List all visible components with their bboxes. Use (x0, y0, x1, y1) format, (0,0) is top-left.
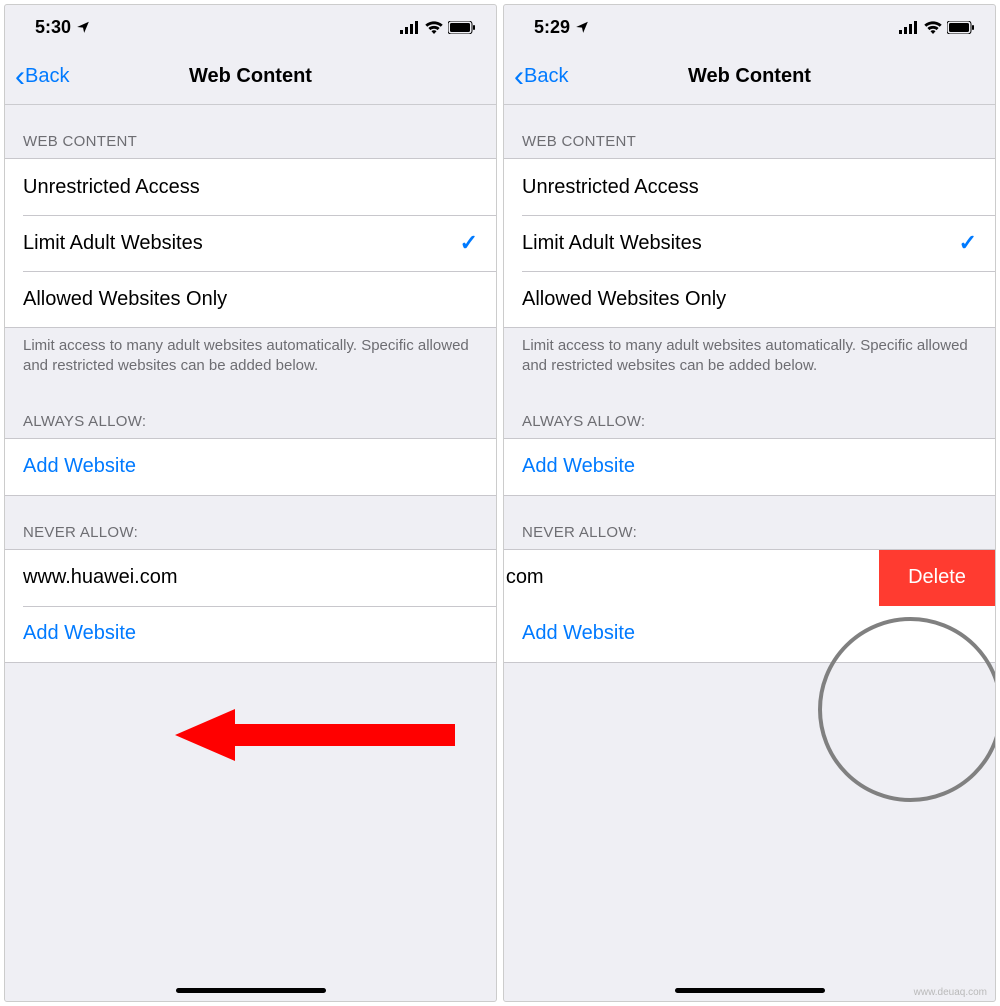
section-header-alwaysallow: ALWAYS ALLOW: (504, 385, 995, 438)
nav-bar: ‹ Back Web Content (504, 49, 995, 105)
add-website-label: Add Website (23, 455, 136, 478)
phone-right: 5:29 ‹ Back Web Content WEB CONTENT Unre (503, 4, 996, 1002)
battery-icon (448, 21, 476, 34)
home-indicator[interactable] (176, 988, 326, 993)
add-website-never[interactable]: Add Website (5, 606, 496, 662)
never-allow-item[interactable]: www.huawei.com (5, 550, 496, 606)
option-label: Unrestricted Access (522, 176, 699, 199)
page-title: Web Content (189, 65, 312, 88)
nav-bar: ‹ Back Web Content (5, 49, 496, 105)
option-limit-adult[interactable]: Limit Adult Websites ✓ (504, 215, 995, 271)
wifi-icon (924, 21, 942, 34)
battery-icon (947, 21, 975, 34)
chevron-left-icon: ‹ (514, 62, 524, 92)
never-allow-url: uawei.com (504, 566, 879, 589)
status-bar: 5:29 (504, 5, 995, 49)
chevron-left-icon: ‹ (15, 62, 25, 92)
add-website-label: Add Website (522, 622, 635, 645)
option-label: Limit Adult Websites (522, 232, 702, 255)
page-title: Web Content (688, 65, 811, 88)
never-allow-item-swiped[interactable]: uawei.com Delete (504, 550, 995, 606)
section-header-alwaysallow: ALWAYS ALLOW: (5, 385, 496, 438)
status-bar: 5:30 (5, 5, 496, 49)
always-allow-group: Add Website (5, 438, 496, 496)
option-allowed-only[interactable]: Allowed Websites Only (504, 271, 995, 327)
add-website-never[interactable]: Add Website (504, 606, 995, 662)
section-footer-webcontent: Limit access to many adult websites auto… (5, 328, 496, 385)
option-label: Limit Adult Websites (23, 232, 203, 255)
section-header-neverallow: NEVER ALLOW: (504, 496, 995, 549)
section-footer-webcontent: Limit access to many adult websites auto… (504, 328, 995, 385)
checkmark-icon: ✓ (460, 230, 478, 256)
status-right (400, 21, 476, 34)
status-time: 5:29 (534, 17, 570, 38)
add-website-always[interactable]: Add Website (5, 439, 496, 495)
wifi-icon (425, 21, 443, 34)
watermark-text: www.deuaq.com (914, 987, 987, 998)
location-icon (76, 20, 90, 34)
status-right (899, 21, 975, 34)
add-website-always[interactable]: Add Website (504, 439, 995, 495)
cellular-signal-icon (899, 21, 919, 34)
home-indicator[interactable] (675, 988, 825, 993)
delete-label: Delete (908, 566, 966, 589)
option-unrestricted[interactable]: Unrestricted Access (504, 159, 995, 215)
status-left: 5:30 (35, 17, 90, 38)
annotation-arrow-icon (175, 705, 455, 765)
section-header-webcontent: WEB CONTENT (504, 105, 995, 158)
web-content-options: Unrestricted Access Limit Adult Websites… (5, 158, 496, 328)
back-button[interactable]: ‹ Back (514, 62, 568, 92)
option-label: Unrestricted Access (23, 176, 200, 199)
option-unrestricted[interactable]: Unrestricted Access (5, 159, 496, 215)
cellular-signal-icon (400, 21, 420, 34)
status-left: 5:29 (534, 17, 589, 38)
phone-left: 5:30 ‹ Back Web Content WEB CONTENT Unre (4, 4, 497, 1002)
back-label: Back (524, 65, 568, 88)
option-label: Allowed Websites Only (23, 288, 227, 311)
status-time: 5:30 (35, 17, 71, 38)
option-limit-adult[interactable]: Limit Adult Websites ✓ (5, 215, 496, 271)
web-content-options: Unrestricted Access Limit Adult Websites… (504, 158, 995, 328)
section-header-neverallow: NEVER ALLOW: (5, 496, 496, 549)
back-label: Back (25, 65, 69, 88)
option-label: Allowed Websites Only (522, 288, 726, 311)
never-allow-group: www.huawei.com Add Website (5, 549, 496, 663)
never-allow-group: uawei.com Delete Add Website (504, 549, 995, 663)
never-allow-url: www.huawei.com (23, 566, 178, 589)
location-icon (575, 20, 589, 34)
section-header-webcontent: WEB CONTENT (5, 105, 496, 158)
always-allow-group: Add Website (504, 438, 995, 496)
checkmark-icon: ✓ (959, 230, 977, 256)
add-website-label: Add Website (522, 455, 635, 478)
back-button[interactable]: ‹ Back (15, 62, 69, 92)
option-allowed-only[interactable]: Allowed Websites Only (5, 271, 496, 327)
delete-button[interactable]: Delete (879, 550, 995, 606)
add-website-label: Add Website (23, 622, 136, 645)
